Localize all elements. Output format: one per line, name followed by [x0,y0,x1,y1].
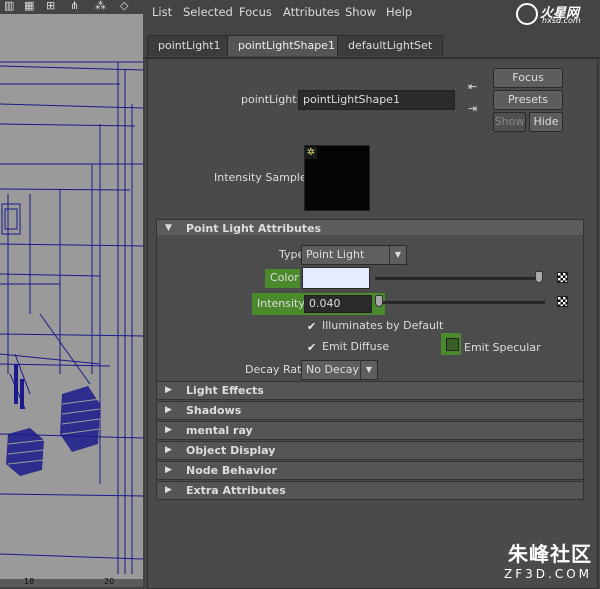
time-ruler[interactable]: 18 20 [0,577,143,587]
viewport-toolbar: ▥ ▦ ⊞ ⋔ ⁂ ◇ [0,0,143,14]
section-title: mental ray [186,424,253,437]
camera-attributes-icon[interactable]: ⁂ [95,0,106,12]
type-value: Point Light [306,248,365,261]
color-slider-track[interactable] [375,277,540,280]
watermark-title: 朱峰社区 [508,542,592,566]
decay-rate-label: Decay Rate [245,363,309,376]
section-node-behavior[interactable]: ▶ Node Behavior [156,461,584,480]
tab-defaultlightset[interactable]: defaultLightSet [337,35,444,56]
emit-specular-label: Emit Specular [464,341,541,354]
emit-specular-checkbox[interactable] [446,338,459,351]
collapsed-arrow-icon: ▶ [165,465,172,475]
intensity-slider-thumb[interactable] [375,295,383,307]
illuminates-label: Illuminates by Default [322,319,444,332]
shading-icon[interactable]: ◇ [120,0,128,12]
collapsed-arrow-icon: ▶ [165,485,172,495]
section-shadows[interactable]: ▶ Shadows [156,401,584,420]
viewport-panel[interactable]: ▥ ▦ ⊞ ⋔ ⁂ ◇ 18 20 [0,0,143,587]
film-gate-icon[interactable]: ▦ [24,0,34,12]
menu-help[interactable]: Help [386,5,412,19]
section-title: Object Display [186,444,276,457]
node-name-field[interactable]: pointLightShape1 [298,90,455,110]
collapsed-arrow-icon: ▶ [165,385,172,395]
expanded-arrow-icon: ▼ [165,223,172,233]
section-extra-attributes[interactable]: ▶ Extra Attributes [156,481,584,500]
intensity-label: Intensity [257,297,305,310]
wireframe-scene [0,61,143,574]
illuminates-checkbox[interactable]: ✔ [307,321,318,332]
intensity-slider-track[interactable] [377,301,545,304]
menu-attributes[interactable]: Attributes [283,5,340,19]
emit-diffuse-checkbox[interactable]: ✔ [307,342,318,353]
emit-diffuse-label: Emit Diffuse [322,340,390,353]
watermark-url: ZF3D.COM [504,567,592,581]
tab-pointlightshape1[interactable]: pointLightShape1 [227,35,346,56]
hxsd-logo: 火星网 hxsd.com [512,1,594,27]
color-slider-thumb[interactable] [535,271,543,283]
tab-pointlight1[interactable]: pointLight1 [147,35,232,56]
intensity-map-button[interactable] [557,296,568,307]
focus-button[interactable]: Focus [493,68,563,88]
attribute-panel: pointLight: pointLightShape1 ⇤ ⇥ Focus P… [147,58,598,589]
menu-focus[interactable]: Focus [239,5,272,19]
node-name-label: pointLight: [241,93,301,106]
chevron-down-icon: ▼ [360,361,377,379]
section-title: Node Behavior [186,464,277,477]
menu-bar: List Selected Focus Attributes Show Help… [143,0,600,27]
node-tabs: pointLight1 pointLightShape1 defaultLigh… [143,35,600,58]
decay-rate-value: No Decay [306,363,359,376]
color-swatch[interactable] [302,267,370,289]
decay-rate-dropdown[interactable]: No Decay ▼ [301,360,378,380]
show-button[interactable]: Show [493,112,526,132]
section-object-display[interactable]: ▶ Object Display [156,441,584,460]
intensity-sample-label: Intensity Sample [214,171,307,184]
collapsed-arrow-icon: ▶ [165,425,172,435]
menu-list[interactable]: List [152,5,172,19]
section-title: Extra Attributes [186,484,286,497]
section-mental-ray[interactable]: ▶ mental ray [156,421,584,440]
section-title: Shadows [186,404,242,417]
presets-button[interactable]: Presets [493,90,563,110]
menu-selected[interactable]: Selected [183,5,233,19]
ruler-tick-label: 20 [104,577,115,586]
section-title: Point Light Attributes [186,222,322,235]
intensity-field[interactable]: 0.040 [304,295,372,313]
attribute-editor: List Selected Focus Attributes Show Help… [143,0,600,589]
logo-url: hxsd.com [542,16,581,25]
collapsed-arrow-icon: ▶ [165,405,172,415]
zf3d-watermark: 朱峰社区 ZF3D.COM [504,538,592,581]
logo-mark-icon [516,3,538,25]
snap-icon[interactable]: ⋔ [70,0,79,12]
color-map-button[interactable] [557,272,568,283]
color-label: Color [265,269,300,288]
input-connections-icon[interactable]: ⇤ [468,81,480,93]
point-light-attributes-body: Type Point Light ▼ Color Intensity 0.040… [156,235,584,381]
ruler-tick-label: 18 [24,577,35,586]
hide-button[interactable]: Hide [529,112,563,132]
collapsed-arrow-icon: ▶ [165,445,172,455]
menu-show[interactable]: Show [345,5,376,19]
chevron-down-icon: ▼ [389,246,406,264]
sample-refresh-icon[interactable]: ✲ [305,147,317,159]
resolution-gate-icon[interactable]: ⊞ [46,0,55,12]
section-light-effects[interactable]: ▶ Light Effects [156,381,584,400]
type-dropdown[interactable]: Point Light ▼ [301,245,407,265]
section-title: Light Effects [186,384,264,397]
output-connections-icon[interactable]: ⇥ [468,103,480,115]
grid-icon[interactable]: ▥ [4,0,14,12]
